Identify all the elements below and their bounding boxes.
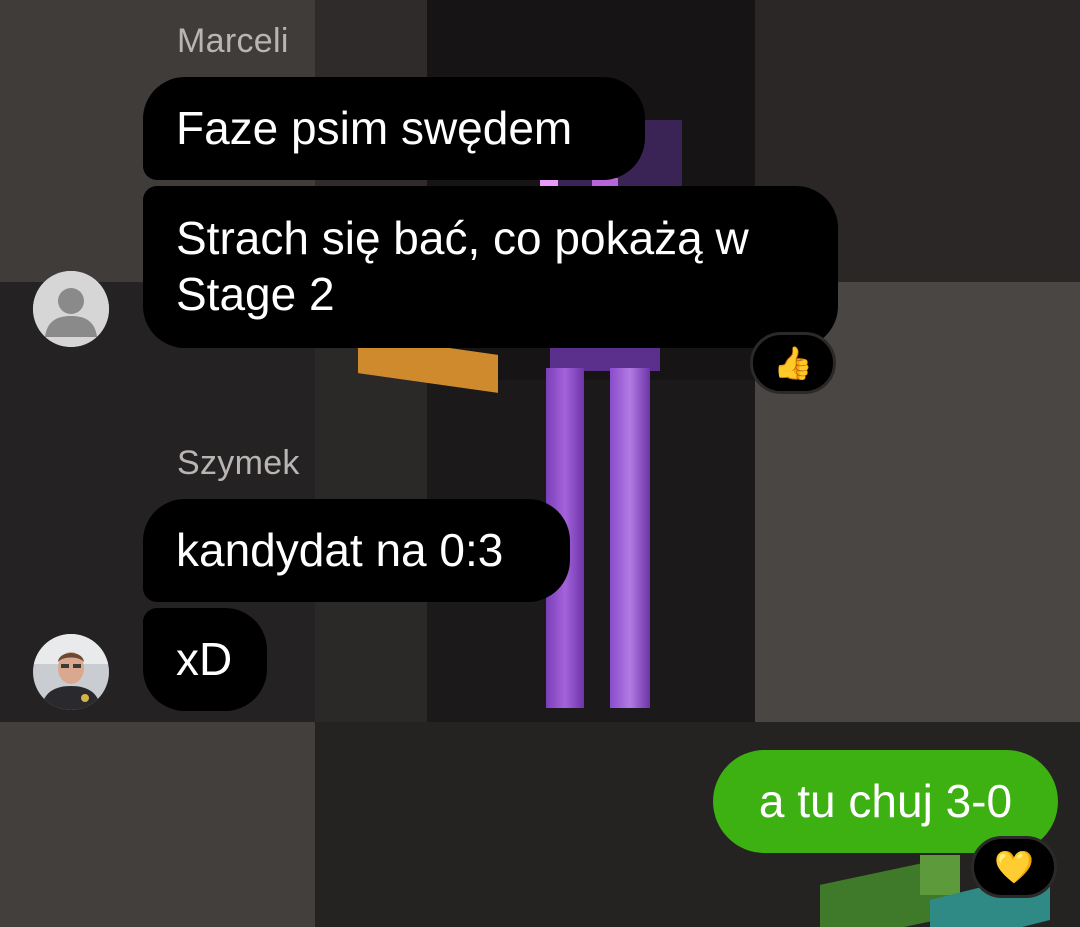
sender-name: Szymek: [177, 444, 300, 482]
thumbs-up-icon: 👍: [773, 345, 813, 381]
sender-name: Marceli: [177, 22, 289, 60]
default-user-icon: [33, 271, 109, 347]
message-text: a tu chuj 3-0: [758, 775, 1013, 827]
message-bubble[interactable]: Strach się bać, co pokażą w Stage 2: [143, 186, 838, 348]
message-text: Strach się bać, co pokażą w Stage 2: [176, 212, 749, 320]
message-text: xD: [176, 633, 233, 685]
avatar[interactable]: [33, 634, 109, 710]
message-text: kandydat na 0:3: [176, 524, 504, 576]
reaction-badge[interactable]: 💛: [971, 836, 1057, 898]
chat-screen: Marceli Faze psim swędem Strach się bać,…: [0, 0, 1080, 927]
user-photo: [33, 634, 109, 710]
message-bubble[interactable]: kandydat na 0:3: [143, 499, 570, 602]
message-bubble[interactable]: xD: [143, 608, 267, 711]
reaction-badge[interactable]: 👍: [750, 332, 836, 394]
message-text: Faze psim swędem: [176, 102, 573, 154]
avatar[interactable]: [33, 271, 109, 347]
yellow-heart-icon: 💛: [994, 849, 1034, 885]
message-bubble[interactable]: Faze psim swędem: [143, 77, 645, 180]
